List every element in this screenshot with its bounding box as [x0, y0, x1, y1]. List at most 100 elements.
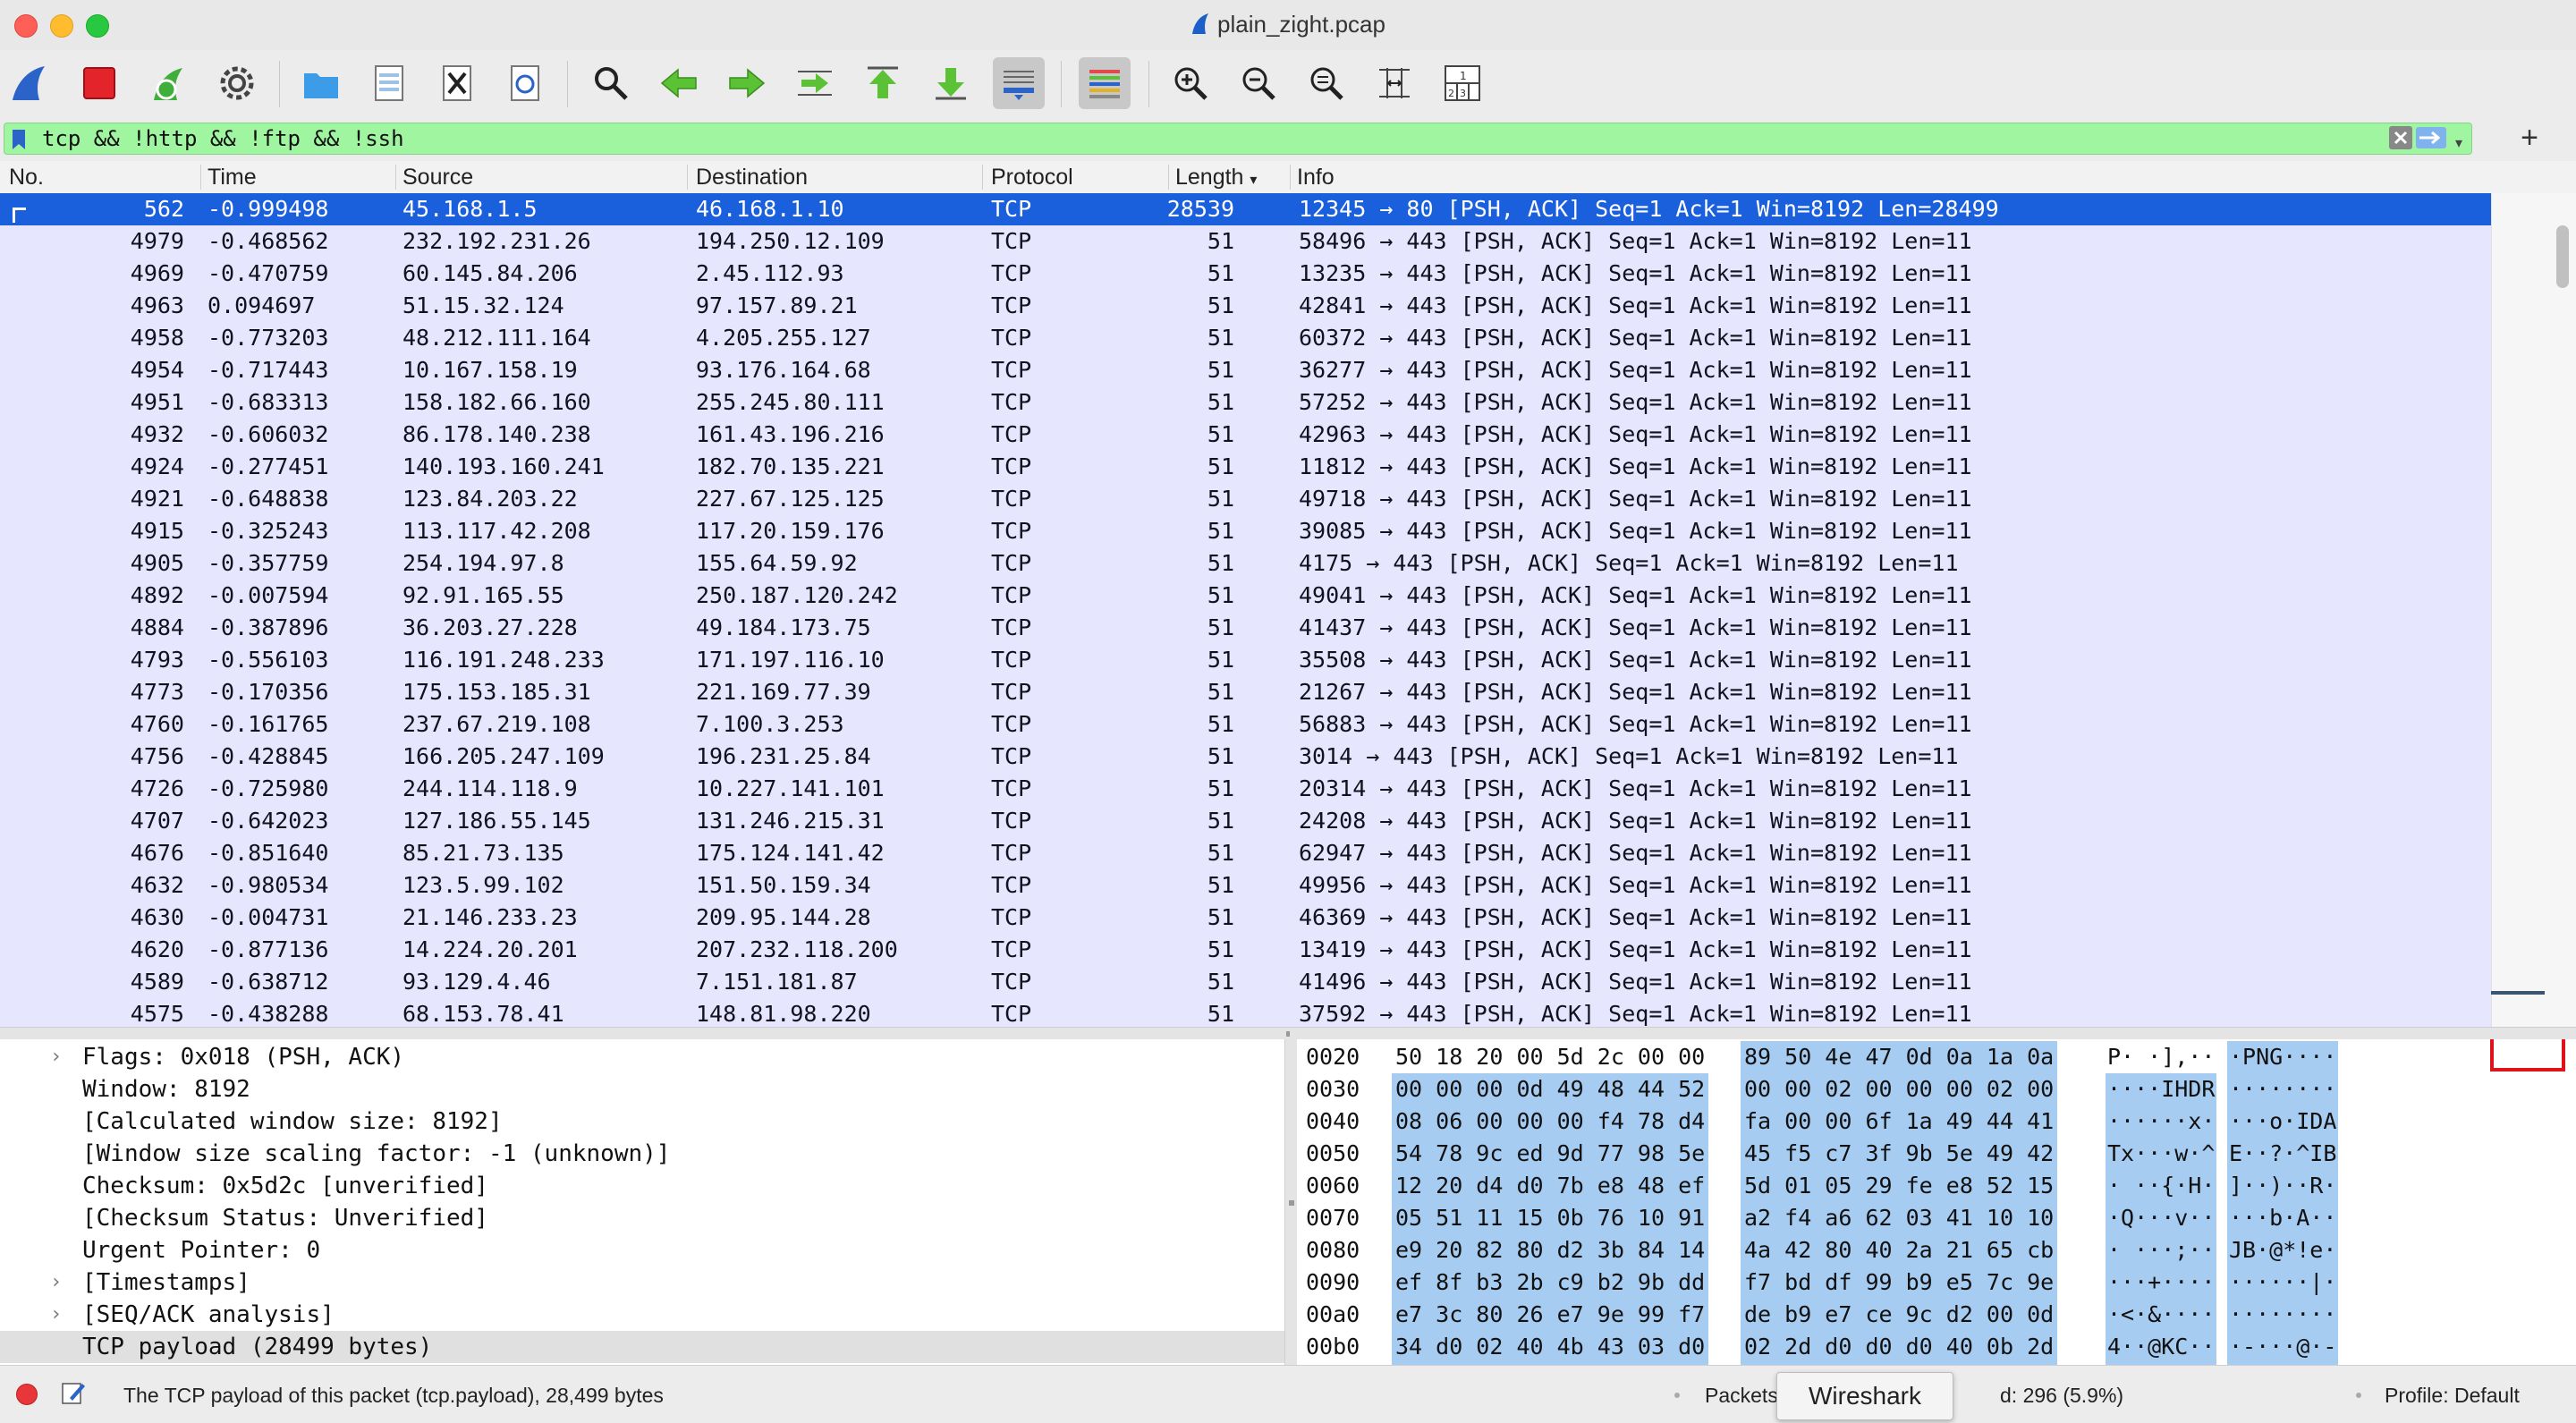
ascii-group-1[interactable]: ·Q···v·· — [2106, 1202, 2217, 1234]
status-profile[interactable]: Profile: Default — [2385, 1384, 2520, 1408]
ascii-group-2[interactable]: ·PNG···· — [2227, 1041, 2339, 1073]
go-first-button[interactable] — [857, 57, 909, 109]
detail-row[interactable]: Window: 8192 — [0, 1073, 1284, 1105]
packet-row-selected[interactable]: 562 -0.999498 45.168.1.5 46.168.1.10 TCP 2853… — [0, 193, 2491, 225]
ascii-group-2[interactable]: ···b·A·· — [2227, 1202, 2339, 1234]
reload-file-button[interactable] — [499, 57, 551, 109]
detail-row[interactable]: [Calculated window size: 8192] — [0, 1105, 1284, 1138]
column-header-no[interactable]: No. — [9, 165, 44, 190]
clear-filter-button[interactable] — [2389, 126, 2412, 149]
detail-row[interactable]: › [SEQ/ACK analysis] — [0, 1299, 1284, 1331]
chevron-down-icon[interactable]: ▾ — [2450, 129, 2468, 151]
pane-splitter-horizontal[interactable] — [0, 1027, 2576, 1040]
start-capture-button[interactable] — [4, 57, 55, 109]
ascii-group-1[interactable]: 4··@KC·· — [2106, 1331, 2217, 1363]
column-divider[interactable] — [687, 165, 688, 190]
hex-offset[interactable]: 0080 — [1306, 1234, 1360, 1266]
packet-row[interactable]: 4905 -0.357759 254.194.97.8 155.64.59.92 TCP… — [0, 547, 2491, 580]
ascii-group-2[interactable]: ·-···@·- — [2227, 1331, 2339, 1363]
close-file-button[interactable] — [431, 57, 483, 109]
zoom-out-button[interactable] — [1233, 57, 1284, 109]
column-header-source[interactable]: Source — [402, 165, 473, 190]
ascii-group-1[interactable]: Tx···w·^ — [2106, 1138, 2217, 1170]
hex-bytes-group-2[interactable]: de b9 e7 ce 9c d2 00 0d — [1741, 1299, 2058, 1331]
column-divider[interactable] — [1290, 165, 1291, 190]
detail-row[interactable]: [Checksum Status: Unverified] — [0, 1202, 1284, 1234]
ascii-group-2[interactable]: ···o·IDA — [2227, 1105, 2339, 1138]
packet-row[interactable]: 4630 -0.004731 21.146.233.23 209.95.144.28 T… — [0, 902, 2491, 934]
hex-offset[interactable]: 0050 — [1306, 1138, 1360, 1170]
ascii-group-2[interactable]: ]··)··R· — [2227, 1170, 2339, 1202]
hex-bytes-group-1[interactable]: 50 18 20 00 5d 2c 00 00 — [1392, 1041, 1708, 1073]
packet-row[interactable]: 4793 -0.556103 116.191.248.233 171.197.116.… — [0, 644, 2491, 676]
ascii-group-2[interactable]: ········ — [2227, 1299, 2339, 1331]
packet-row[interactable]: 4707 -0.642023 127.186.55.145 131.246.215.3… — [0, 805, 2491, 837]
open-file-button[interactable] — [295, 57, 347, 109]
resize-columns-button[interactable] — [1368, 57, 1420, 109]
hex-offset[interactable]: 0020 — [1306, 1041, 1360, 1073]
go-last-button[interactable] — [925, 57, 977, 109]
ascii-group-1[interactable]: ···+···· — [2106, 1266, 2217, 1299]
colorize-button[interactable] — [1079, 57, 1131, 109]
ascii-group-2[interactable]: JB·@*!e· — [2227, 1234, 2339, 1266]
column-divider[interactable] — [1168, 165, 1169, 190]
hex-offset[interactable]: 0040 — [1306, 1105, 1360, 1138]
hex-bytes-group-1[interactable]: 05 51 11 15 0b 76 10 91 — [1392, 1202, 1709, 1234]
packet-row[interactable]: 4760 -0.161765 237.67.219.108 7.100.3.253 TC… — [0, 708, 2491, 741]
column-divider[interactable] — [395, 165, 396, 190]
expand-arrow-icon[interactable]: › — [50, 1299, 62, 1331]
ascii-group-2[interactable]: ······|· — [2227, 1266, 2339, 1299]
hex-bytes-group-2[interactable]: f7 bd df 99 b9 e5 7c 9e — [1741, 1266, 2058, 1299]
ascii-group-1[interactable]: · ···;·· — [2106, 1234, 2217, 1266]
packet-list-scrollbar[interactable] — [2491, 193, 2576, 1027]
hex-offset[interactable]: 00b0 — [1306, 1331, 1360, 1363]
ascii-group-2[interactable]: ········ — [2227, 1073, 2339, 1105]
packet-row[interactable]: 4958 -0.773203 48.212.111.164 4.205.255.127… — [0, 322, 2491, 354]
edit-comment-icon[interactable] — [61, 1380, 86, 1405]
detail-row[interactable]: Checksum: 0x5d2c [unverified] — [0, 1170, 1284, 1202]
layout-button[interactable]: 123 — [1436, 57, 1488, 109]
hex-offset[interactable]: 0090 — [1306, 1266, 1360, 1299]
hex-bytes-group-1[interactable]: e7 3c 80 26 e7 9e 99 f7 — [1392, 1299, 1709, 1331]
detail-row[interactable]: Urgent Pointer: 0 — [0, 1234, 1284, 1266]
packet-row[interactable]: 4951 -0.683313 158.182.66.160 255.245.80.11… — [0, 386, 2491, 419]
hex-bytes-group-2[interactable]: a2 f4 a6 62 03 41 10 10 — [1741, 1202, 2058, 1234]
hex-bytes-group-2[interactable]: 02 2d d0 d0 d0 40 0b 2d — [1741, 1331, 2058, 1363]
column-divider[interactable] — [200, 165, 201, 190]
go-back-button[interactable] — [653, 57, 705, 109]
save-file-button[interactable] — [363, 57, 415, 109]
expand-arrow-icon[interactable]: › — [50, 1266, 62, 1299]
packet-row[interactable]: 4915 -0.325243 113.117.42.208 117.20.159.17… — [0, 515, 2491, 547]
hex-offset[interactable]: 0060 — [1306, 1170, 1360, 1202]
detail-row[interactable]: › Flags: 0x018 (PSH, ACK) — [0, 1041, 1284, 1073]
hex-bytes-group-2[interactable]: 89 50 4e 47 0d 0a 1a 0a — [1741, 1041, 2058, 1073]
detail-row[interactable]: TCP payload (28499 bytes) — [0, 1331, 1284, 1363]
hex-bytes-group-1[interactable]: 00 00 00 0d 49 48 44 52 — [1392, 1073, 1709, 1105]
scrollbar-thumb[interactable] — [2556, 225, 2569, 288]
ascii-group-1[interactable]: ····IHDR — [2106, 1073, 2217, 1105]
ascii-group-1[interactable]: · ··{·H· — [2106, 1170, 2217, 1202]
packet-row[interactable]: 4979 -0.468562 232.192.231.26 194.250.12.10… — [0, 225, 2491, 258]
hex-offset[interactable]: 0030 — [1306, 1073, 1360, 1105]
restart-capture-button[interactable] — [143, 57, 195, 109]
hex-bytes-group-2[interactable]: 45 f5 c7 3f 9b 5e 49 42 — [1741, 1138, 2058, 1170]
hex-bytes-group-2[interactable]: 5d 01 05 29 fe e8 52 15 — [1741, 1170, 2058, 1202]
packet-row[interactable]: 4963 0.094697 51.15.32.124 97.157.89.21 TCP 5… — [0, 290, 2491, 322]
ascii-group-2[interactable]: E··?·^IB — [2227, 1138, 2339, 1170]
normal-size-button[interactable] — [1301, 57, 1352, 109]
auto-scroll-button[interactable] — [993, 57, 1045, 109]
hex-bytes-group-1[interactable]: 12 20 d4 d0 7b e8 48 ef — [1392, 1170, 1709, 1202]
packet-row[interactable]: 4921 -0.648838 123.84.203.22 227.67.125.125… — [0, 483, 2491, 515]
packet-row[interactable]: 4969 -0.470759 60.145.84.206 2.45.112.93 TCP… — [0, 258, 2491, 290]
ascii-group-1[interactable]: ······x· — [2106, 1105, 2217, 1138]
stop-capture-button[interactable] — [73, 57, 125, 109]
packet-row[interactable]: 4884 -0.387896 36.203.27.228 49.184.173.75 T… — [0, 612, 2491, 644]
ascii-group-1[interactable]: P· ·],·· — [2106, 1041, 2216, 1073]
column-header-time[interactable]: Time — [208, 165, 257, 190]
go-forward-button[interactable] — [721, 57, 773, 109]
packet-row[interactable]: 4589 -0.638712 93.129.4.46 7.151.181.87 TCP 5… — [0, 966, 2491, 998]
packet-row[interactable]: 4773 -0.170356 175.153.185.31 221.169.77.39… — [0, 676, 2491, 708]
hex-bytes-group-1[interactable]: e9 20 82 80 d2 3b 84 14 — [1392, 1234, 1709, 1266]
packet-row[interactable]: 4892 -0.007594 92.91.165.55 250.187.120.242… — [0, 580, 2491, 612]
detail-row[interactable]: [Window size scaling factor: -1 (unknown… — [0, 1138, 1284, 1170]
